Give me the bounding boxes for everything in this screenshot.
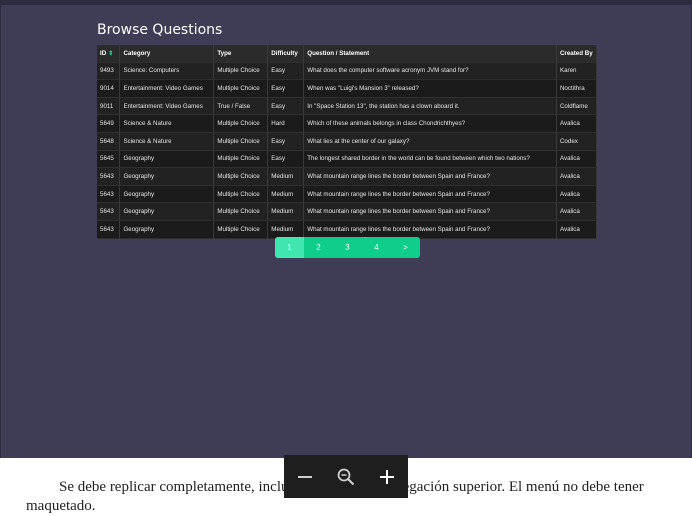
- cell-created-by[interactable]: Avalica: [556, 167, 598, 186]
- questions-table: ID ⇕ Category Type Difficulty Question / …: [97, 45, 598, 239]
- page-button-4[interactable]: 4: [362, 237, 391, 258]
- table-row[interactable]: 5649 Science & Nature Multiple Choice Ha…: [97, 114, 598, 133]
- cell-difficulty: Easy: [267, 79, 305, 98]
- cell-created-by[interactable]: Avalica: [556, 202, 598, 221]
- zoom-toolbar: [284, 455, 408, 498]
- cell-type: Multiple Choice: [213, 202, 269, 221]
- cell-difficulty: Easy: [267, 97, 305, 116]
- sort-icon[interactable]: ⇕: [108, 50, 113, 57]
- cell-id: 5643: [97, 220, 121, 239]
- page-button-3[interactable]: 3: [333, 237, 362, 258]
- cell-difficulty: Medium: [267, 202, 305, 221]
- cell-id: 5648: [97, 132, 121, 151]
- cell-type: Multiple Choice: [213, 220, 269, 239]
- cell-type: Multiple Choice: [213, 132, 269, 151]
- cell-id: 5645: [97, 150, 121, 169]
- column-header-type[interactable]: Type: [213, 45, 269, 63]
- cell-category: Geography: [119, 185, 215, 204]
- page-title: Browse Questions: [97, 22, 223, 38]
- zoom-reset-button[interactable]: [331, 462, 361, 492]
- plus-icon: [380, 469, 395, 484]
- column-header-question[interactable]: Question / Statement: [303, 45, 557, 63]
- document-paragraph-line: maquetado.: [26, 498, 96, 514]
- cell-id: 5643: [97, 202, 121, 221]
- cell-question: What mountain range lines the border bet…: [303, 220, 557, 239]
- column-header-category[interactable]: Category: [119, 45, 215, 63]
- cell-category: Geography: [119, 220, 215, 239]
- table-row[interactable]: 5643 Geography Multiple Choice Medium Wh…: [97, 220, 598, 239]
- cell-id: 9014: [97, 79, 121, 98]
- cell-difficulty: Easy: [267, 62, 305, 81]
- cell-difficulty: Medium: [267, 185, 305, 204]
- table-row[interactable]: 9011 Entertainment: Video Games True / F…: [97, 97, 598, 116]
- table-row[interactable]: 5645 Geography Multiple Choice Easy The …: [97, 150, 598, 169]
- cell-difficulty: Easy: [267, 150, 305, 169]
- table-row[interactable]: 5643 Geography Multiple Choice Medium Wh…: [97, 202, 598, 221]
- cell-type: Multiple Choice: [213, 114, 269, 133]
- cell-category: Science: Computers: [119, 62, 215, 81]
- table-row[interactable]: 5643 Geography Multiple Choice Medium Wh…: [97, 185, 598, 204]
- column-header-difficulty[interactable]: Difficulty: [267, 45, 305, 63]
- cell-type: Multiple Choice: [213, 150, 269, 169]
- cell-type: Multiple Choice: [213, 79, 269, 98]
- table-row[interactable]: 5648 Science & Nature Multiple Choice Ea…: [97, 132, 598, 151]
- cell-difficulty: Hard: [267, 114, 305, 133]
- cell-type: Multiple Choice: [213, 185, 269, 204]
- cell-created-by[interactable]: Noctithra: [556, 79, 598, 98]
- table-row[interactable]: 9014 Entertainment: Video Games Multiple…: [97, 79, 598, 98]
- cell-difficulty: Medium: [267, 167, 305, 186]
- preview-viewer: Browse Questions ID ⇕ Category Type Diffi…: [0, 0, 692, 458]
- zoom-reset-icon: [337, 468, 355, 485]
- minus-icon: [297, 475, 312, 478]
- cell-question: In "Space Station 13", the station has a…: [303, 97, 557, 116]
- cell-question: The longest shared border in the world c…: [303, 150, 557, 169]
- table-row[interactable]: 9493 Science: Computers Multiple Choice …: [97, 62, 598, 81]
- cell-category: Entertainment: Video Games: [119, 79, 215, 98]
- cell-category: Geography: [119, 150, 215, 169]
- cell-id: 9493: [97, 62, 121, 81]
- cell-type: Multiple Choice: [213, 167, 269, 186]
- cell-created-by[interactable]: Coldflame: [556, 97, 598, 116]
- cell-question: What mountain range lines the border bet…: [303, 185, 557, 204]
- table-row[interactable]: 5643 Geography Multiple Choice Medium Wh…: [97, 167, 598, 186]
- cell-difficulty: Medium: [267, 220, 305, 239]
- cell-type: True / False: [213, 97, 269, 116]
- page-button-1[interactable]: 1: [275, 237, 304, 258]
- viewer-top-bar: [1, 0, 691, 5]
- column-header-created-by[interactable]: Created By: [556, 45, 598, 63]
- cell-created-by[interactable]: Avalica: [556, 150, 598, 169]
- cell-question: What does the computer software acronym …: [303, 62, 557, 81]
- next-page-button[interactable]: >: [391, 237, 420, 258]
- cell-question: When was "Luigi's Mansion 3" released?: [303, 79, 557, 98]
- cell-question: What mountain range lines the border bet…: [303, 167, 557, 186]
- cell-category: Geography: [119, 167, 215, 186]
- cell-id: 5643: [97, 167, 121, 186]
- cell-created-by[interactable]: Avalica: [556, 185, 598, 204]
- cell-created-by[interactable]: Codex: [556, 132, 598, 151]
- cell-created-by[interactable]: Karen: [556, 62, 598, 81]
- cell-category: Entertainment: Video Games: [119, 97, 215, 116]
- cell-category: Science & Nature: [119, 132, 215, 151]
- cell-question: What mountain range lines the border bet…: [303, 202, 557, 221]
- page-button-2[interactable]: 2: [304, 237, 333, 258]
- cell-created-by[interactable]: Avalica: [556, 114, 598, 133]
- column-header-id[interactable]: ID ⇕: [97, 45, 121, 63]
- cell-id: 5649: [97, 114, 121, 133]
- cell-id: 9011: [97, 97, 121, 116]
- zoom-out-button[interactable]: [290, 462, 320, 492]
- cell-type: Multiple Choice: [213, 62, 269, 81]
- cell-created-by[interactable]: Avalica: [556, 220, 598, 239]
- cell-category: Science & Nature: [119, 114, 215, 133]
- cell-id: 5643: [97, 185, 121, 204]
- zoom-in-button[interactable]: [372, 462, 402, 492]
- pagination: 1 2 3 4 >: [275, 237, 420, 258]
- table-header-row: ID ⇕ Category Type Difficulty Question / …: [97, 45, 598, 63]
- cell-category: Geography: [119, 202, 215, 221]
- cell-question: Which of these animals belongs in class …: [303, 114, 557, 133]
- cell-difficulty: Easy: [267, 132, 305, 151]
- cell-question: What lies at the center of our galaxy?: [303, 132, 557, 151]
